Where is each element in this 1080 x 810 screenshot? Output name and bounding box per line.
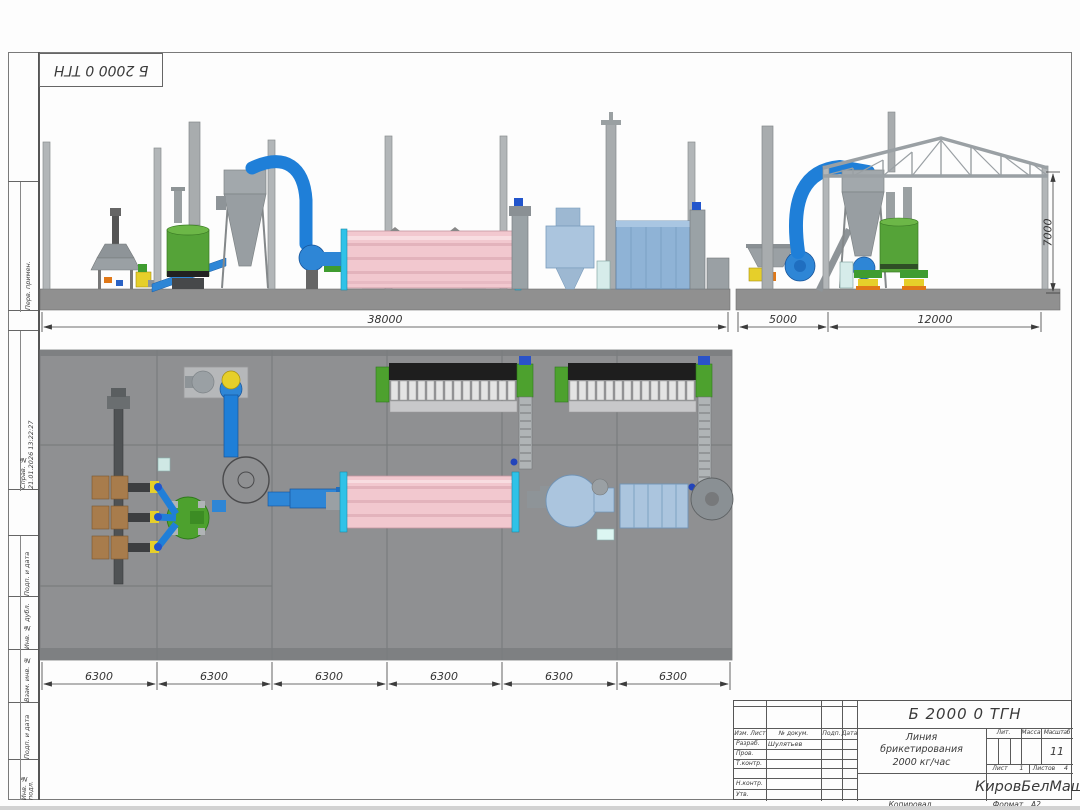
discharge-unit xyxy=(707,258,729,289)
cyclone-plan-center xyxy=(705,492,719,506)
tb-col-podp: Подп. xyxy=(821,728,842,739)
platform-press xyxy=(736,289,1060,310)
fuel-beam-head xyxy=(107,396,130,409)
title-block: Изм. Лист № докум. Подп. Дата Разраб. Шу… xyxy=(733,700,1072,800)
viewer-bottom-strip xyxy=(0,806,1080,810)
briquette-presses xyxy=(854,270,928,290)
rotary-drum-dryer xyxy=(341,227,521,290)
drum-feed-base xyxy=(324,266,342,272)
dim-bay-2: 6300 xyxy=(194,670,234,683)
drawing-sheet: Б 2000 0 ТГН Перв. примен. Справ. № 21.0… xyxy=(0,0,1080,810)
tb-doc-title: Линия брикетирования 2000 кг/час xyxy=(857,728,986,773)
tb-masshtab-value: 11 xyxy=(1041,738,1073,764)
dim-bay-5: 6300 xyxy=(539,670,579,683)
dim-bay-1: 6300 xyxy=(79,670,119,683)
box-unit-plan xyxy=(620,484,688,528)
furnace-chimney xyxy=(189,122,200,225)
tb-masshtab-label: Масштаб xyxy=(1041,728,1073,738)
cooler-drum xyxy=(880,187,918,272)
fuel-beam-cap xyxy=(111,388,126,397)
duct-down-plan xyxy=(224,395,238,457)
side-view xyxy=(40,112,1060,310)
bucket-elevator-1 xyxy=(509,198,531,289)
tb-row-razrab: Разраб. xyxy=(734,739,766,749)
tb-list-label: Лист xyxy=(986,764,1014,773)
heat-generator xyxy=(167,225,209,289)
plan-floor-top-edge xyxy=(40,350,732,356)
tb-razrab-name: Шулятьев xyxy=(766,739,821,749)
platform-main xyxy=(40,289,730,310)
chimney-tip xyxy=(609,112,613,120)
dim-bay-6: 6300 xyxy=(653,670,693,683)
tb-designation: Б 2000 0 ТГН xyxy=(857,701,1073,728)
press-chimney xyxy=(762,126,773,289)
control-cabinet-1 xyxy=(597,261,610,289)
burner-unit xyxy=(136,264,154,287)
bucket-elevator-2 xyxy=(690,202,705,289)
tb-listov-label: Листов xyxy=(1029,764,1059,773)
rotary-drum-plan xyxy=(326,472,543,532)
dim-bay-4: 6300 xyxy=(424,670,464,683)
tb-listov-value: 4 xyxy=(1059,764,1073,773)
small-stack xyxy=(174,190,182,223)
small-cabinet-plan xyxy=(158,458,170,471)
dim-gap: 5000 xyxy=(758,313,808,326)
duct-to-drum-plan xyxy=(268,492,292,506)
tb-doc-title-line3: 2000 кг/час xyxy=(893,757,951,769)
cooler-vent-pipe xyxy=(888,112,895,172)
tb-col-data: Дата xyxy=(842,728,857,739)
tb-col-izm: Изм. Лист xyxy=(734,728,766,739)
briquette-unit-box xyxy=(616,221,690,289)
control-cabinet-2 xyxy=(840,262,853,288)
press-fan-hub xyxy=(794,260,806,272)
tb-doc-title-line2: брикетирования xyxy=(880,744,963,756)
dim-canopy-length: 12000 xyxy=(905,313,965,326)
plan-floor-bottom-edge xyxy=(40,648,732,660)
tb-massa-label: Масса xyxy=(1021,728,1041,738)
fan-side xyxy=(299,245,325,271)
small-stack-cap xyxy=(171,187,185,191)
cyan-cabinet-plan xyxy=(597,529,614,540)
fan-support xyxy=(306,270,318,289)
dim-overall-length: 38000 xyxy=(355,313,415,326)
tb-row-tkontr: Т.контр. xyxy=(734,759,766,768)
dim-bay-3: 6300 xyxy=(309,670,349,683)
tb-list-value: 1 xyxy=(1014,764,1029,773)
tb-doc-title-line1: Линия xyxy=(906,732,937,744)
feeder-mixer xyxy=(91,208,140,289)
tb-row-nkontr: Н.контр. xyxy=(734,778,766,789)
tb-col-dokum: № докум. xyxy=(766,728,821,739)
dim-canopy-height: 7000 xyxy=(1042,203,1055,263)
plan-view xyxy=(40,350,733,660)
cyclone-dryer xyxy=(216,170,268,288)
tb-row-utv: Утв. xyxy=(734,789,766,801)
drawing-canvas xyxy=(0,0,1080,810)
tb-lit-label: Лит. xyxy=(986,728,1021,738)
tb-row-prov: Пров. xyxy=(734,749,766,759)
tb-company: КировБелМаш xyxy=(986,773,1073,801)
chimney-cap xyxy=(601,120,621,125)
screener-hopper xyxy=(546,208,594,289)
fan-inset-plan xyxy=(184,367,248,400)
